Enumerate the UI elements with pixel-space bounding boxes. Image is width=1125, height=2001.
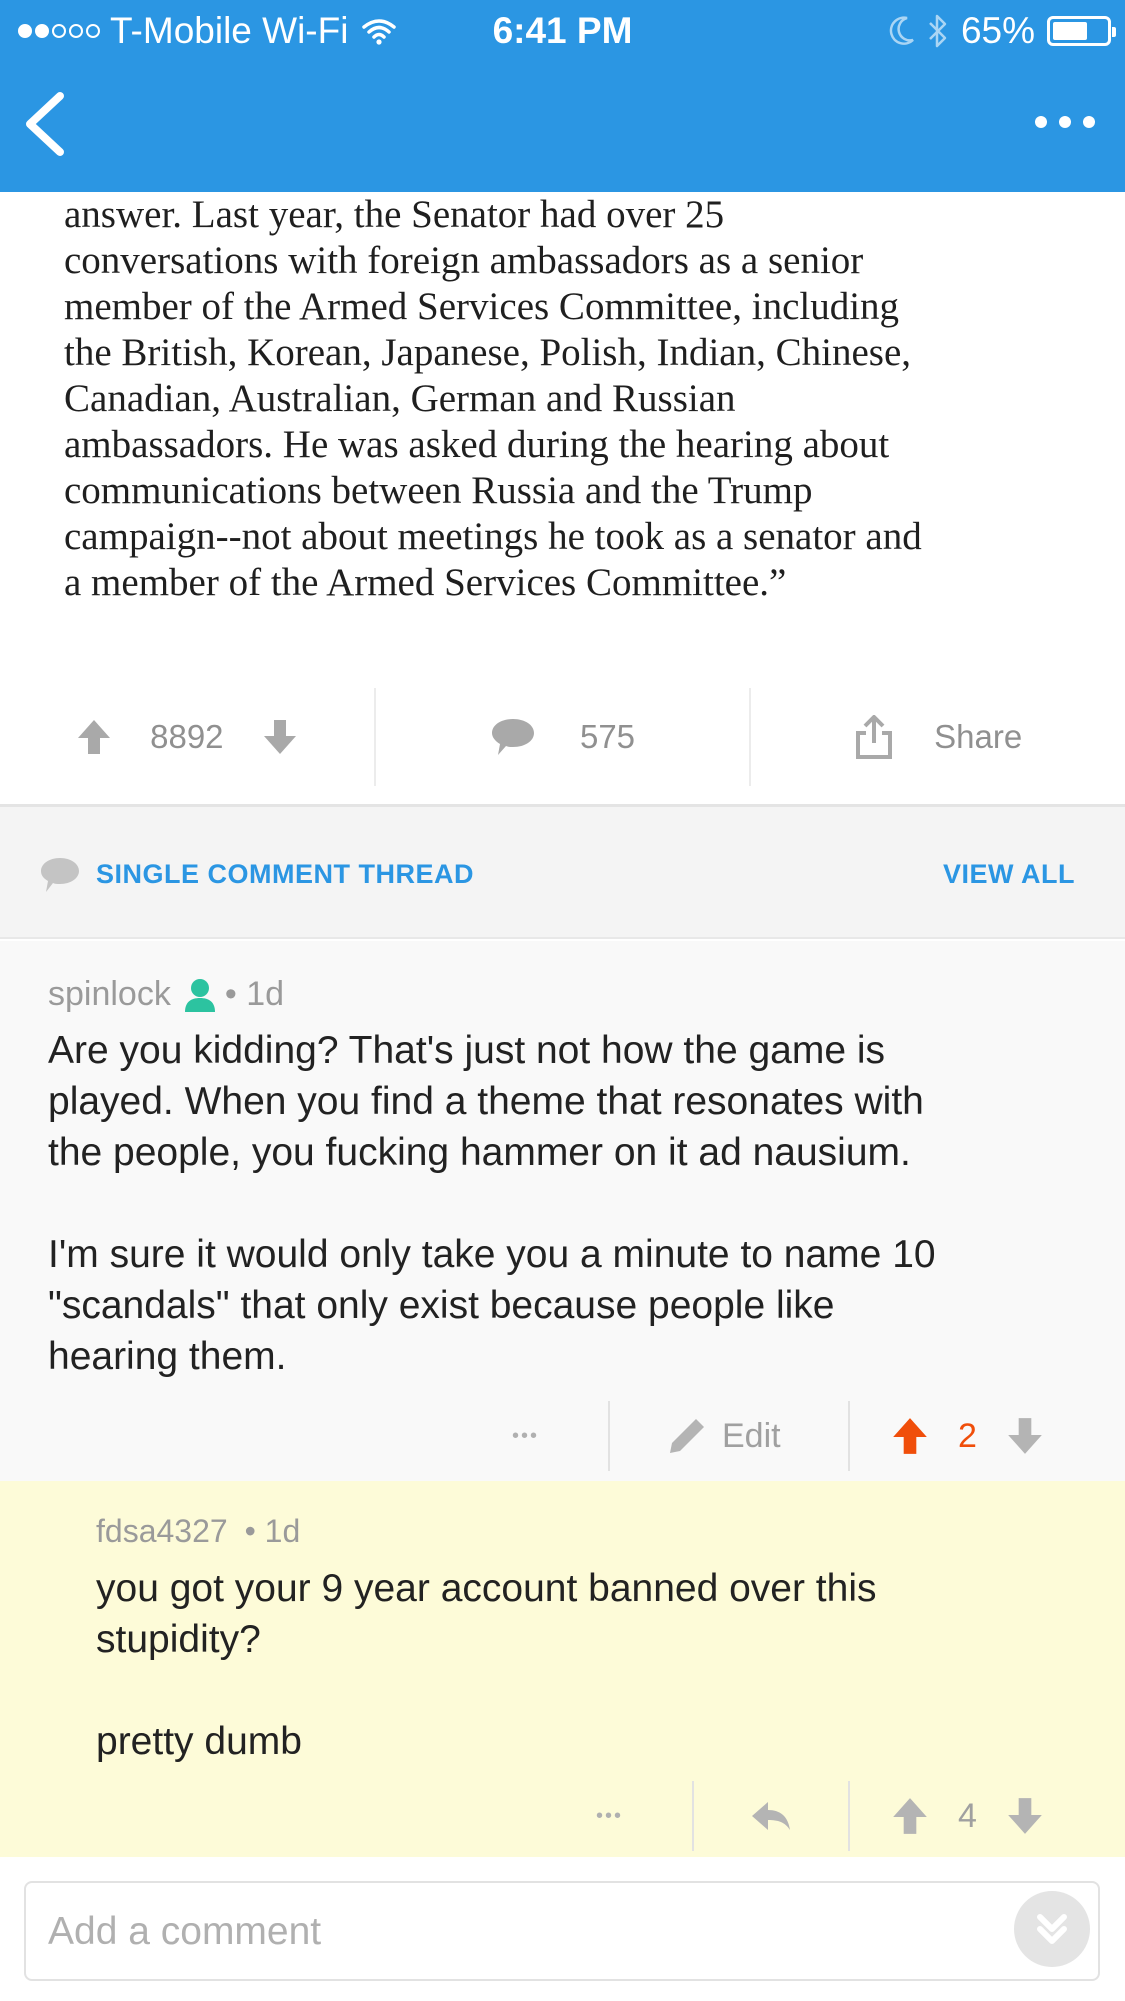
downvote-icon[interactable] xyxy=(262,718,298,756)
double-chevron-down-icon xyxy=(1037,1914,1067,1944)
post-vote-group: 8892 xyxy=(0,688,374,786)
comment-line: stupidity? xyxy=(96,1618,261,1661)
comment-bubble-icon xyxy=(41,858,79,892)
quote-line: member of the Armed Services Committee, … xyxy=(64,285,900,328)
comment-author[interactable]: spinlock xyxy=(48,975,171,1014)
comment-meta: fdsa4327 • 1d xyxy=(96,1513,300,1550)
comment-author[interactable]: fdsa4327 xyxy=(96,1513,228,1549)
view-all-button[interactable]: VIEW ALL xyxy=(943,859,1075,890)
comment-input[interactable] xyxy=(48,1897,1008,1967)
divider xyxy=(848,1401,850,1471)
divider xyxy=(608,1401,610,1471)
comment-composer xyxy=(24,1881,1100,1981)
status-right: 65% xyxy=(889,10,1116,52)
comment-score: 4 xyxy=(958,1796,977,1835)
quote-line: Canadian, Australian, German and Russian xyxy=(64,377,736,420)
app-header: T-Mobile Wi-Fi 6:41 PM 65% xyxy=(0,0,1125,192)
thread-title: SINGLE COMMENT THREAD xyxy=(96,859,474,889)
comment-vote-group: 4 xyxy=(890,1771,1045,1861)
battery-icon xyxy=(1047,16,1116,46)
expand-button[interactable] xyxy=(1014,1891,1090,1967)
comment-line: played. When you find a theme that reson… xyxy=(48,1080,924,1123)
quote-line: a member of the Armed Services Committee… xyxy=(64,561,787,604)
quote-line: ambassadors. He was asked during the hea… xyxy=(64,423,890,466)
upvote-icon[interactable] xyxy=(890,1416,930,1456)
comment-actions: ••• Edit 2 xyxy=(0,1391,1125,1481)
quote-line: answer. Last year, the Senator had over … xyxy=(64,193,725,236)
post-action-bar: 8892 575 Share xyxy=(0,688,1125,786)
comment-line: "scandals" that only exist because peopl… xyxy=(48,1284,835,1327)
op-user-icon xyxy=(184,978,215,1012)
battery-level xyxy=(1053,22,1087,40)
comment: spinlock • 1d Are you kidding? That's ju… xyxy=(0,941,1125,1481)
reply-arrow-icon xyxy=(752,1802,790,1830)
comment-line: Are you kidding? That's just not how the… xyxy=(48,1029,886,1072)
comment-score: 2 xyxy=(958,1416,977,1455)
edit-label: Edit xyxy=(722,1416,781,1455)
more-options-button[interactable] xyxy=(1035,102,1095,142)
comment-age: • 1d xyxy=(244,1513,301,1549)
comment-line: you got your 9 year account banned over … xyxy=(96,1567,877,1610)
share-icon xyxy=(856,715,893,759)
nav-bar xyxy=(0,62,1125,192)
reply-button[interactable] xyxy=(750,1771,792,1861)
moon-icon xyxy=(889,16,914,45)
comment-more-button[interactable]: ••• xyxy=(596,1771,623,1861)
comment-meta: spinlock • 1d xyxy=(48,975,284,1014)
upvote-icon[interactable] xyxy=(76,718,112,756)
bluetooth-icon xyxy=(929,14,947,48)
downvote-icon[interactable] xyxy=(1005,1796,1045,1836)
back-button[interactable] xyxy=(16,88,76,158)
battery-percent: 65% xyxy=(960,10,1035,51)
quote-line: the British, Korean, Japanese, Polish, I… xyxy=(64,331,912,374)
share-label: Share xyxy=(934,718,1023,755)
post-score: 8892 xyxy=(150,718,224,755)
post-image-text: answer. Last year, the Senator had over … xyxy=(64,192,1084,606)
more-dot-icon xyxy=(1059,116,1071,128)
comment-bubble-icon xyxy=(491,719,534,755)
comment-actions: ••• 4 xyxy=(0,1771,1125,1861)
divider xyxy=(692,1781,694,1851)
comment-line xyxy=(96,1665,1096,1716)
status-bar: T-Mobile Wi-Fi 6:41 PM 65% xyxy=(0,0,1125,62)
comment-age: • 1d xyxy=(224,975,285,1013)
post-comments-button[interactable]: 575 xyxy=(376,688,750,786)
reply-comment: fdsa4327 • 1d you got your 9 year accoun… xyxy=(0,1481,1125,1857)
more-dots-icon: ••• xyxy=(512,1424,540,1447)
divider xyxy=(848,1781,850,1851)
quote-line: communications between Russia and the Tr… xyxy=(64,469,813,512)
comment-count: 575 xyxy=(579,718,636,755)
comment-line: pretty dumb xyxy=(96,1720,302,1763)
quote-line: campaign--not about meetings he took as … xyxy=(64,515,922,558)
thread-header: SINGLE COMMENT THREAD VIEW ALL xyxy=(0,807,1125,939)
chevron-left-icon xyxy=(26,92,64,156)
downvote-icon[interactable] xyxy=(1005,1416,1045,1456)
more-dot-icon xyxy=(1035,116,1047,128)
pencil-icon xyxy=(670,1419,704,1453)
comment-line: hearing them. xyxy=(48,1335,287,1378)
upvote-icon[interactable] xyxy=(890,1796,930,1836)
edit-button[interactable]: Edit xyxy=(666,1391,781,1481)
comment-vote-group: 2 xyxy=(890,1391,1045,1481)
share-button[interactable]: Share xyxy=(751,688,1125,786)
comment-body: you got your 9 year account banned over … xyxy=(96,1563,1096,1767)
comment-more-button[interactable]: ••• xyxy=(512,1391,539,1481)
more-dots-icon: ••• xyxy=(596,1804,624,1827)
more-dot-icon xyxy=(1083,116,1095,128)
comment-body: Are you kidding? That's just not how the… xyxy=(48,1025,1088,1382)
comment-line: I'm sure it would only take you a minute… xyxy=(48,1233,936,1276)
comment-line: the people, you fucking hammer on it ad … xyxy=(48,1131,911,1174)
quote-line: conversations with foreign ambassadors a… xyxy=(64,239,864,282)
comment-composer-area xyxy=(0,1857,1125,2001)
comment-line xyxy=(48,1178,1088,1229)
